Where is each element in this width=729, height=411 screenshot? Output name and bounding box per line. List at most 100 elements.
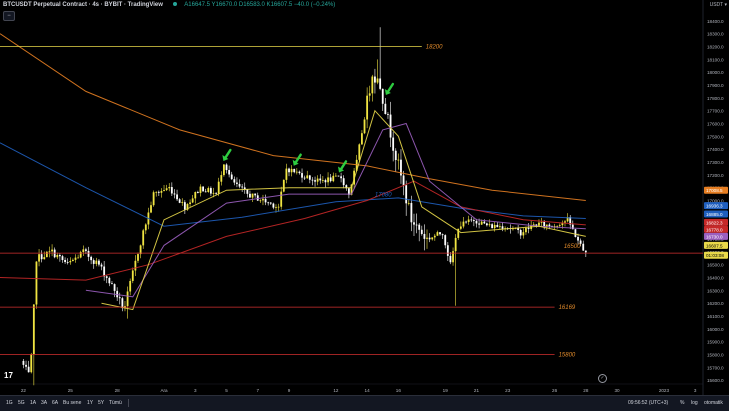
candle-body xyxy=(66,262,69,263)
candles-layer xyxy=(22,27,587,386)
percent-toggle[interactable]: % xyxy=(680,400,684,406)
symbol-title[interactable]: BTCUSDT Perpetual Contract · 4s · BYBIT … xyxy=(3,2,163,8)
range-ytd[interactable]: Bu sene xyxy=(63,400,81,406)
moving-average-red-line xyxy=(0,180,586,281)
price-badge-label: 16936.3 xyxy=(706,204,723,209)
marker-arrow-icon xyxy=(384,82,395,95)
candle-body xyxy=(173,193,176,195)
annotation-label: 17080 xyxy=(375,193,392,199)
candle-body xyxy=(415,224,418,226)
candle-body xyxy=(467,219,470,223)
candle-body xyxy=(295,171,298,173)
price-badge: 01:03:08 xyxy=(704,251,728,259)
candle-body xyxy=(368,93,371,96)
candle-body xyxy=(118,297,121,299)
y-tick-label: 16000.0 xyxy=(707,327,724,332)
x-tick-label: 9 xyxy=(288,388,291,393)
x-tick-label: 16 xyxy=(396,388,402,393)
price-badge-label: 16885.0 xyxy=(706,212,723,217)
price-badge-label: 16730.0 xyxy=(706,234,723,239)
candle-body xyxy=(282,179,285,192)
price-badge-label: 16607.5 xyxy=(706,243,723,248)
range-5y[interactable]: 5Y xyxy=(98,400,104,406)
candle-body xyxy=(405,185,408,204)
candle-body xyxy=(340,176,342,179)
x-tick-label: 26 xyxy=(552,388,558,393)
clock[interactable]: 09:56:52 (UTC+3) xyxy=(628,400,668,406)
candle-body xyxy=(577,236,579,241)
candle-body xyxy=(131,270,134,281)
range-5d[interactable]: 5G xyxy=(18,400,25,406)
x-tick-label: 12 xyxy=(333,388,339,393)
x-tick-label: 19 xyxy=(443,388,449,393)
level-label-18200: 18200 xyxy=(426,45,443,51)
x-tick-label: 5 xyxy=(225,388,228,393)
candle-body xyxy=(431,237,434,240)
y-tick-label: 16300.0 xyxy=(707,288,724,293)
x-tick-label: 3 xyxy=(194,388,197,393)
x-tick-label: 22 xyxy=(21,388,27,393)
candle-body xyxy=(207,188,210,192)
info-icon[interactable]: ✓ xyxy=(598,374,607,383)
candle-body xyxy=(189,202,191,205)
candle-body xyxy=(137,254,139,261)
price-badge: 17008.5 xyxy=(704,186,728,194)
candle-body xyxy=(538,222,540,226)
range-1m[interactable]: 1A xyxy=(30,400,36,406)
candle-body xyxy=(92,260,95,264)
candle-body xyxy=(548,224,551,227)
collapse-indicators-button[interactable]: − xyxy=(3,11,15,21)
y-tick-label: 15600.0 xyxy=(707,378,724,383)
y-tick-label: 16100.0 xyxy=(707,314,724,319)
candle-body xyxy=(48,251,51,253)
candle-body xyxy=(423,233,426,239)
y-tick-label: 18400.0 xyxy=(707,19,724,24)
candle-body xyxy=(220,175,223,182)
candle-body xyxy=(306,175,309,179)
candle-body xyxy=(275,206,277,208)
candle-body xyxy=(150,205,152,213)
candle-body xyxy=(376,78,379,83)
range-3m[interactable]: 3A xyxy=(41,400,47,406)
candle-body xyxy=(433,235,436,238)
x-tick-label: 28 xyxy=(115,388,121,393)
candle-body xyxy=(288,168,290,173)
candle-body xyxy=(82,249,85,253)
candle-body xyxy=(170,187,173,194)
candle-body xyxy=(337,175,340,177)
candle-body xyxy=(238,183,241,187)
candle-body xyxy=(392,137,395,151)
candle-body xyxy=(176,194,178,200)
candle-body xyxy=(389,114,392,138)
candle-body xyxy=(285,168,288,180)
log-toggle[interactable]: log xyxy=(691,400,698,406)
candle-body xyxy=(449,255,452,263)
candle-body xyxy=(40,254,43,260)
candle-body xyxy=(342,178,345,186)
range-1d[interactable]: 1G xyxy=(6,400,13,406)
candle-body xyxy=(496,224,499,228)
moving-average-yellow-line xyxy=(101,109,586,311)
candle-body xyxy=(64,259,67,263)
candle-body xyxy=(152,192,155,206)
candle-body xyxy=(319,178,322,181)
auto-scale-toggle[interactable]: otomatik xyxy=(704,400,723,406)
candle-body xyxy=(204,191,207,193)
candle-body xyxy=(465,221,467,223)
candle-body xyxy=(27,366,30,373)
candle-body xyxy=(256,195,259,201)
range-1y[interactable]: 1Y xyxy=(87,400,93,406)
candle-body xyxy=(267,202,270,204)
x-tick-label: 30 xyxy=(615,388,621,393)
candle-body xyxy=(230,174,233,180)
price-chart[interactable]: 15600.0 15700.0 15800.0 15900.0 16000.0 16100… xyxy=(0,0,729,410)
marker-arrow-icon xyxy=(222,148,232,161)
x-tick-label: 2023 xyxy=(659,388,670,393)
range-6m[interactable]: 6A xyxy=(52,400,58,406)
currency-selector[interactable]: USDT ▾ xyxy=(710,2,727,8)
range-all[interactable]: Tümü xyxy=(109,400,122,406)
candle-body xyxy=(540,221,543,223)
moving-average-purple-line xyxy=(85,122,586,298)
candle-body xyxy=(121,298,124,309)
candle-body xyxy=(217,181,220,194)
